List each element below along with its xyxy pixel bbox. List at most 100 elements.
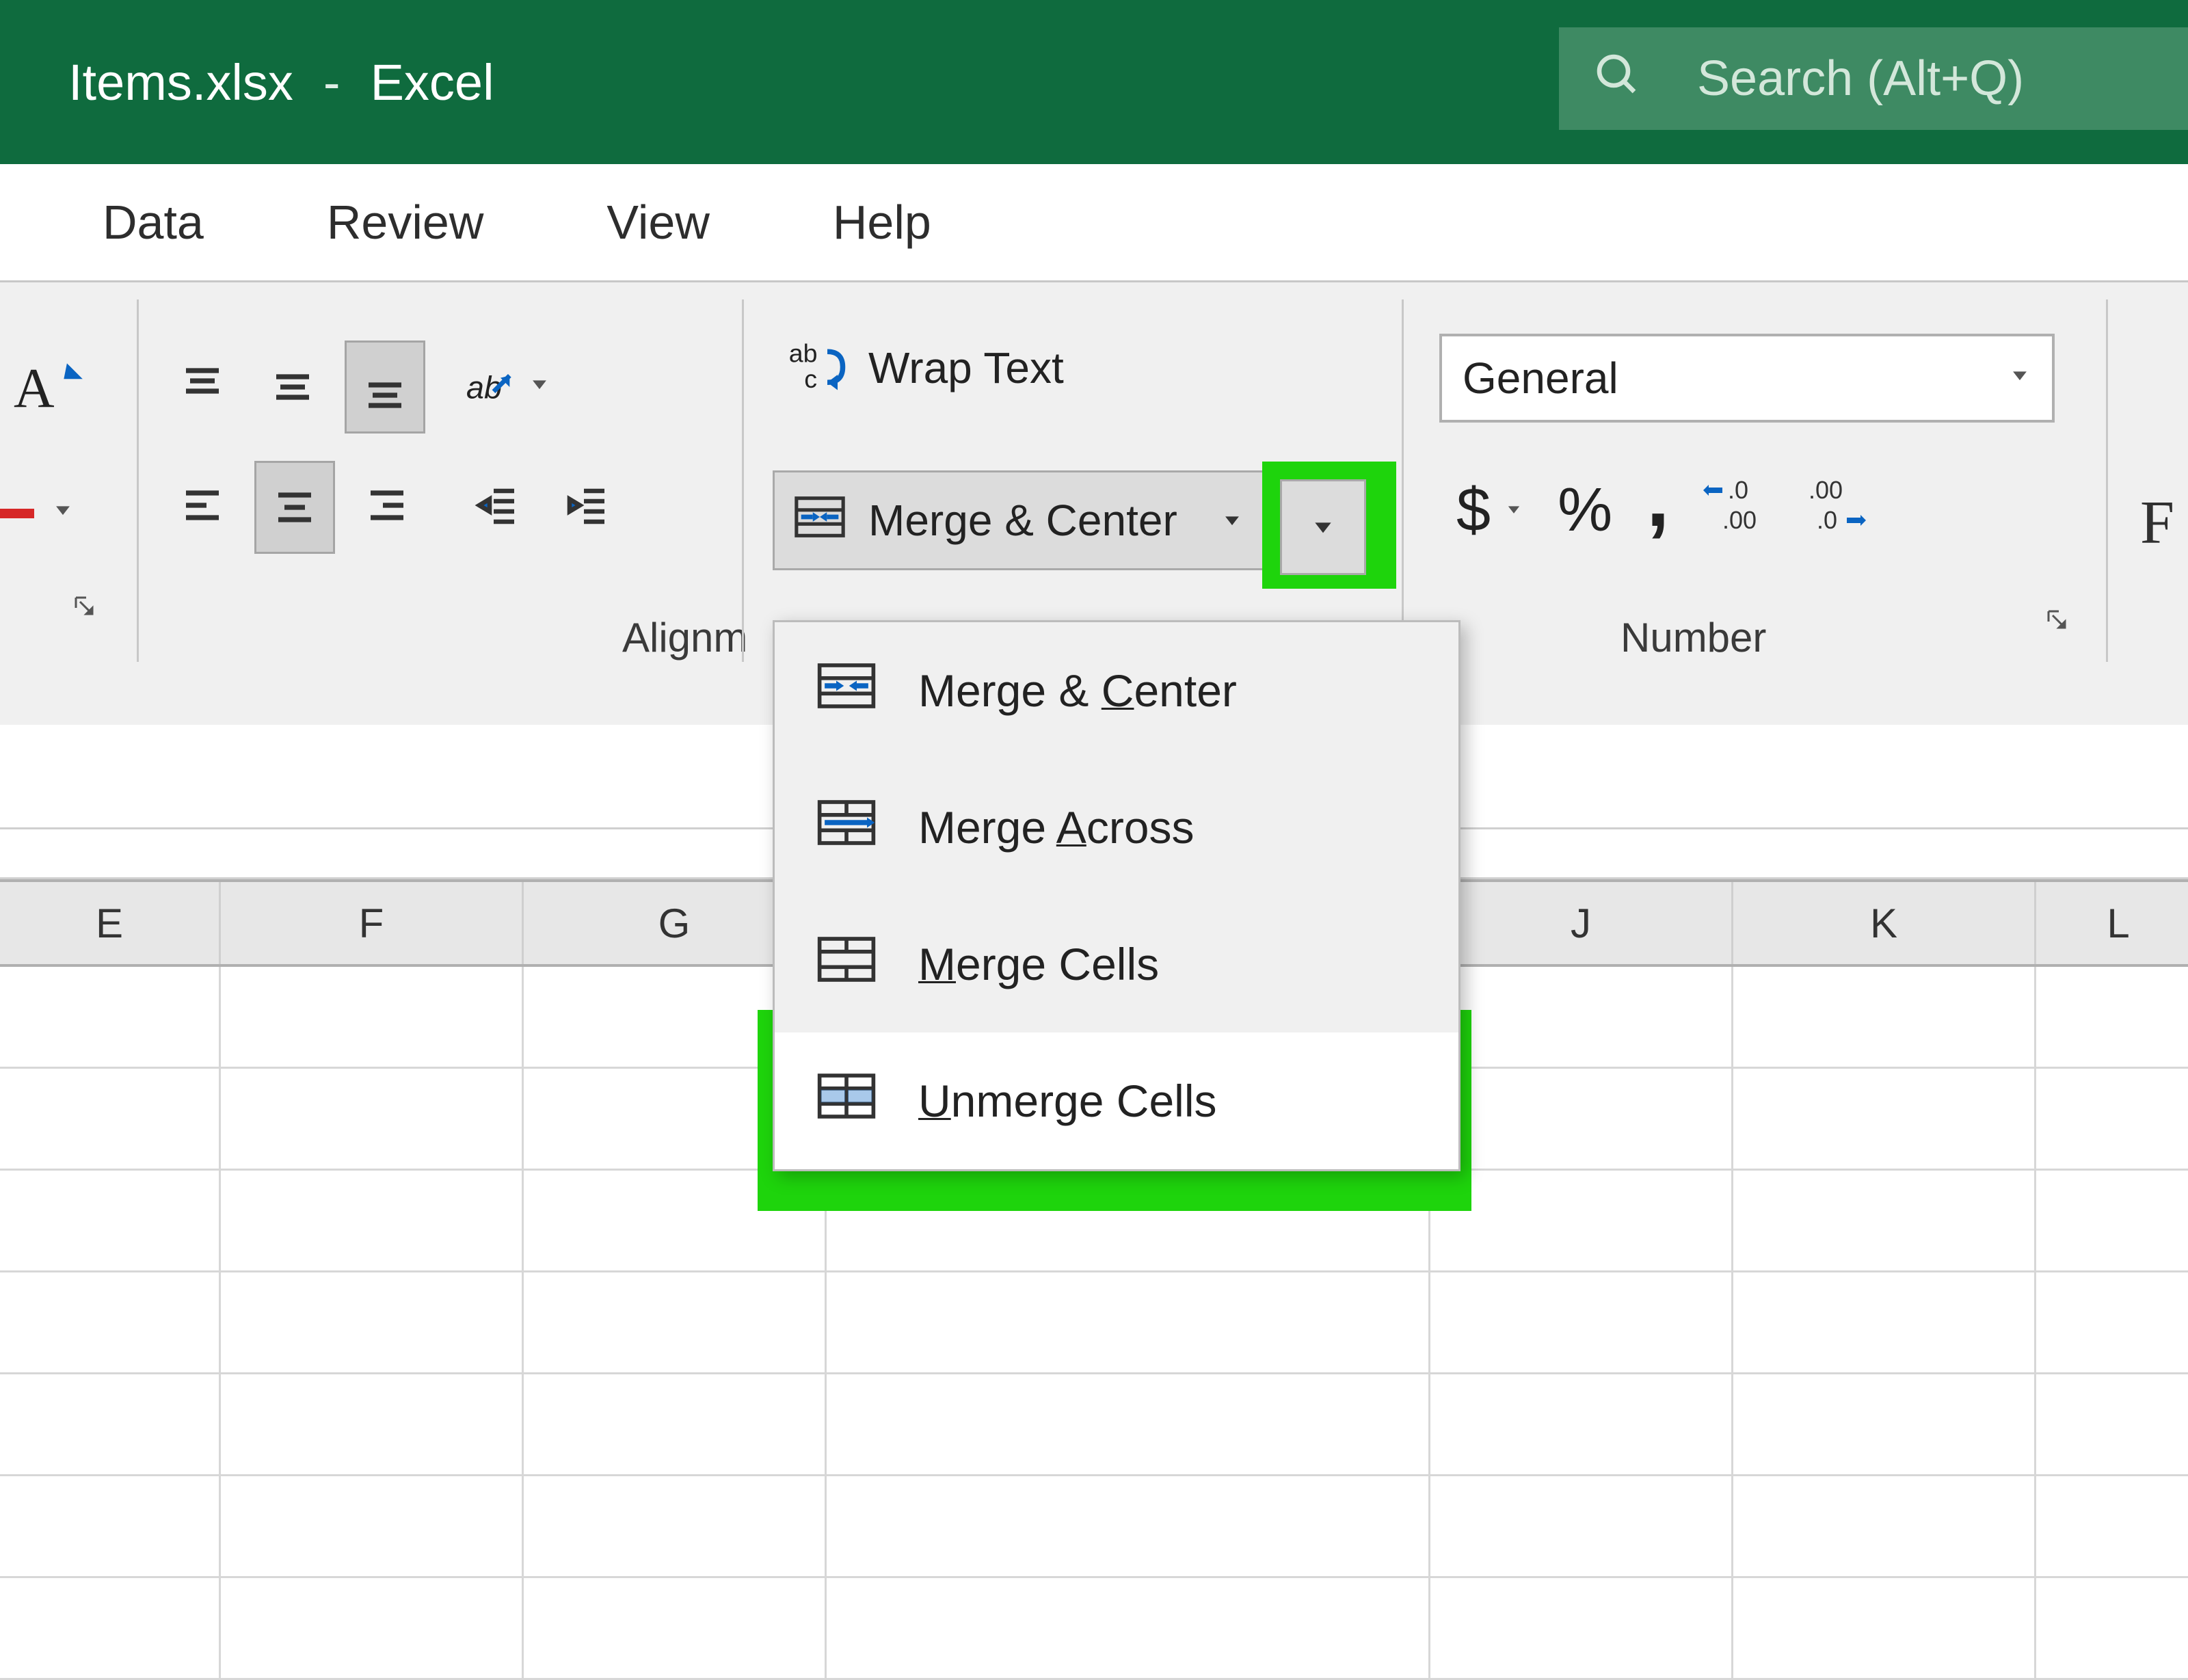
column-header[interactable]: F	[221, 882, 524, 964]
cell[interactable]	[1733, 1476, 2036, 1576]
cell[interactable]	[1430, 967, 1733, 1067]
chevron-down-icon	[2008, 363, 2031, 394]
cell[interactable]	[221, 1069, 524, 1169]
cell[interactable]	[1430, 1374, 1733, 1474]
menu-item-label: Unmerge Cells	[918, 1075, 1217, 1127]
group-separator	[1402, 299, 1404, 662]
merge-center-button[interactable]: Merge & Center	[773, 470, 1268, 570]
cell[interactable]	[221, 1476, 524, 1576]
merge-dropdown-arrow-highlighted[interactable]	[1280, 479, 1366, 575]
tab-data[interactable]: Data	[103, 195, 204, 250]
svg-text:.00: .00	[1809, 476, 1843, 504]
comma-format-button[interactable]: ,	[1646, 484, 1669, 511]
align-center-button[interactable]	[254, 461, 335, 554]
cell[interactable]	[1430, 1069, 1733, 1169]
merge-and-center-menu-item[interactable]: Merge & Center	[775, 622, 1458, 759]
cell[interactable]	[1430, 1476, 1733, 1576]
align-top-button[interactable]	[164, 341, 241, 429]
cell[interactable]	[0, 967, 221, 1067]
cell[interactable]	[524, 1578, 827, 1678]
cell[interactable]	[827, 1374, 1430, 1474]
tab-review[interactable]: Review	[327, 195, 484, 250]
decrease-indent-button[interactable]	[459, 461, 536, 550]
cell[interactable]	[2036, 1069, 2188, 1169]
cell[interactable]	[1430, 1272, 1733, 1372]
cell[interactable]	[827, 1578, 1430, 1678]
merge-across-menu-item[interactable]: Merge Across	[775, 759, 1458, 896]
merge-dropdown-arrow[interactable]	[1198, 472, 1266, 568]
merge-dropdown-menu: Merge & Center Merge Across	[773, 620, 1460, 1171]
column-header[interactable]: J	[1430, 882, 1733, 964]
cell[interactable]	[524, 1374, 827, 1474]
svg-text:.0: .0	[1817, 506, 1837, 534]
cell[interactable]	[1733, 1272, 2036, 1372]
increase-font-size-button[interactable]: A	[14, 351, 89, 433]
column-header[interactable]: K	[1733, 882, 2036, 964]
cell[interactable]	[0, 1171, 221, 1270]
cell[interactable]	[1430, 1171, 1733, 1270]
wrap-text-button[interactable]: ab c Wrap Text	[786, 334, 1064, 402]
cell[interactable]	[2036, 1272, 2188, 1372]
cell[interactable]	[221, 1272, 524, 1372]
cell[interactable]	[524, 1476, 827, 1576]
unmerge-cells-icon	[816, 1069, 877, 1134]
cell[interactable]	[1733, 1374, 2036, 1474]
cell[interactable]	[1733, 1171, 2036, 1270]
decrease-decimal-button[interactable]: .00 .0	[1803, 474, 1869, 546]
cell[interactable]	[2036, 967, 2188, 1067]
cell[interactable]	[0, 1578, 221, 1678]
svg-text:c: c	[804, 364, 817, 393]
cell[interactable]	[2036, 1578, 2188, 1678]
cell[interactable]	[1733, 1578, 2036, 1678]
font-color-button[interactable]	[0, 498, 75, 529]
cell[interactable]	[1733, 1069, 2036, 1169]
conditional-formatting-fragment[interactable]: F	[2140, 488, 2174, 558]
grid-row	[0, 1272, 2188, 1374]
align-middle-button[interactable]	[254, 341, 331, 429]
cell[interactable]	[2036, 1171, 2188, 1270]
tab-help[interactable]: Help	[833, 195, 931, 250]
search-box[interactable]: Search (Alt+Q)	[1559, 27, 2188, 130]
cell[interactable]	[1430, 1578, 1733, 1678]
wrap-text-label: Wrap Text	[868, 343, 1064, 393]
merge-cells-menu-item[interactable]: Merge Cells	[775, 896, 1458, 1032]
align-left-button[interactable]	[164, 461, 241, 550]
cell[interactable]	[221, 1374, 524, 1474]
accounting-format-button[interactable]: $	[1456, 475, 1523, 546]
cell[interactable]	[221, 1578, 524, 1678]
number-group-launcher[interactable]	[2044, 607, 2069, 639]
increase-decimal-button[interactable]: .0 .00	[1703, 474, 1769, 546]
cell[interactable]	[827, 1272, 1430, 1372]
cell[interactable]	[221, 967, 524, 1067]
orientation-button[interactable]: ab	[459, 341, 551, 434]
cell[interactable]	[0, 1476, 221, 1576]
group-separator	[742, 299, 744, 662]
wrap-text-icon: ab c	[786, 334, 848, 402]
svg-text:.00: .00	[1722, 506, 1757, 534]
font-group-launcher[interactable]	[72, 594, 96, 625]
cell[interactable]	[0, 1272, 221, 1372]
cell[interactable]	[221, 1171, 524, 1270]
cell[interactable]	[827, 1476, 1430, 1576]
tab-view[interactable]: View	[606, 195, 709, 250]
percent-format-button[interactable]: %	[1558, 475, 1612, 546]
column-header[interactable]: E	[0, 882, 221, 964]
chevron-down-icon	[528, 372, 551, 403]
cell[interactable]	[0, 1374, 221, 1474]
align-right-button[interactable]	[349, 461, 425, 550]
search-icon	[1593, 51, 1642, 107]
column-header[interactable]: L	[2036, 882, 2188, 964]
cell[interactable]	[524, 1272, 827, 1372]
cell[interactable]	[2036, 1374, 2188, 1474]
menu-item-label: Merge Cells	[918, 938, 1159, 990]
align-bottom-button[interactable]	[345, 341, 425, 434]
cell[interactable]	[2036, 1476, 2188, 1576]
cell[interactable]	[1733, 967, 2036, 1067]
number-format-select[interactable]: General	[1439, 334, 2055, 423]
chevron-down-icon	[1504, 495, 1523, 526]
cell[interactable]	[0, 1069, 221, 1169]
svg-text:A: A	[14, 357, 55, 420]
unmerge-cells-menu-item[interactable]: Unmerge Cells	[775, 1032, 1458, 1169]
title-bar: Items.xlsx - Excel Search (Alt+Q)	[0, 0, 2188, 164]
increase-indent-button[interactable]	[550, 461, 626, 550]
